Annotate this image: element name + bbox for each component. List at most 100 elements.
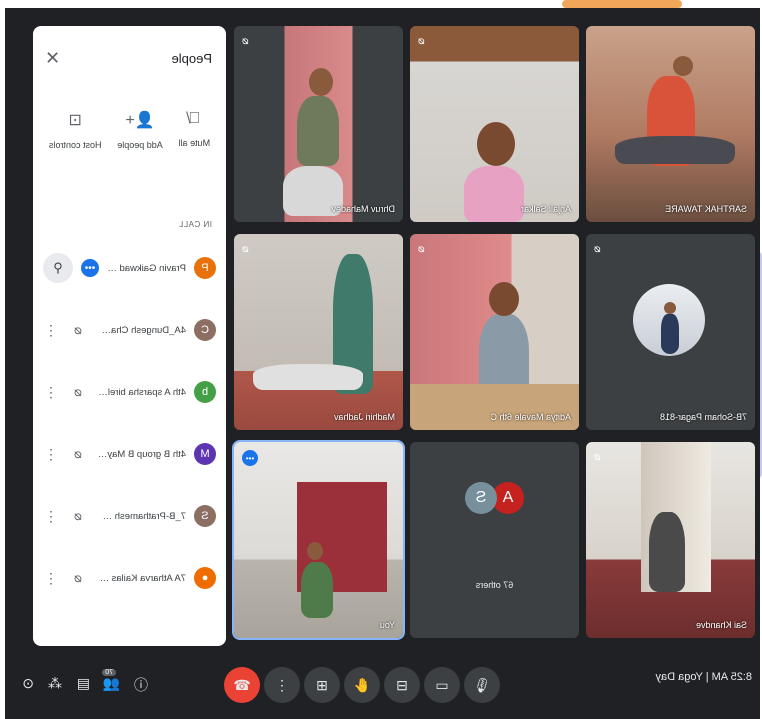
video-feed: A S 67 others (410, 442, 579, 638)
participant-photo (633, 284, 705, 356)
more-options-icon[interactable]: ••• (242, 450, 258, 466)
action-label: Mute all (178, 138, 211, 148)
lock-icon[interactable]: ⊙ (22, 675, 34, 692)
video-tile[interactable]: Aditya Mavale 6th C ⌀ (410, 234, 579, 430)
avatar: S (194, 505, 216, 527)
captions-button[interactable]: ⊟ (384, 667, 420, 703)
self-video-tile[interactable]: You ••• (232, 440, 405, 640)
tile-name: Dhruv Mahadev (331, 204, 395, 214)
tile-name: Anjali Salkar (520, 204, 571, 214)
mic-off-icon[interactable]: ⌀ (67, 446, 89, 462)
background-decoration (562, 0, 682, 8)
participant-row[interactable]: S 7_B-Prathamesh Salunke ⌀ ⋮ (33, 485, 226, 547)
people-count-badge: 70 (102, 669, 116, 676)
add-people-button[interactable]: 👤+ Add people (117, 110, 163, 200)
people-button[interactable]: 👥 70 (102, 669, 120, 692)
mic-off-icon: 🎙̸ (188, 110, 201, 127)
meeting-details: 8:25 AM | Yoga Day (656, 671, 752, 683)
participant-figure (297, 96, 339, 166)
camera-icon: ▭ (435, 676, 449, 693)
video-feed (586, 234, 755, 430)
participant-figure (464, 166, 524, 222)
phone-icon: ☎ (233, 676, 251, 693)
chat-icon[interactable]: ▤ (77, 675, 90, 692)
people-panel: People ✕ 🎙̸ Mute all 👤+ Add people ⊡ Hos… (33, 26, 226, 646)
video-tile[interactable]: Dhruv Mahadev ⌀ (234, 26, 403, 222)
video-tile[interactable]: 7B-Soham Pagar-818 ⌀ (586, 234, 755, 430)
mic-off-icon: ⌀ (418, 35, 425, 47)
host-controls-button[interactable]: ⊡ Host controls (49, 110, 102, 200)
participant-row[interactable]: ● 7A Atharva Kailas Tare ⌀ ⋮ (33, 547, 226, 609)
meeting-title: Yoga Day (655, 671, 703, 683)
panel-actions: 🎙̸ Mute all 👤+ Add people ⊡ Host control… (33, 90, 226, 200)
video-tile[interactable]: Madhiri Jadhav ⌀ (234, 234, 403, 430)
more-vert-icon[interactable]: ⋮ (43, 446, 59, 463)
avatar: S (465, 482, 497, 514)
more-vert-icon[interactable]: ⋮ (43, 384, 59, 401)
video-feed (586, 26, 755, 222)
speaking-indicator-icon: ••• (81, 259, 99, 277)
video-tile[interactable]: SARTHAK TAWARE (586, 26, 755, 222)
video-feed (410, 26, 579, 222)
info-icon[interactable]: ⓘ (134, 675, 148, 695)
participant-name: 7_B-Prathamesh Salunke (97, 510, 186, 522)
participant-figure (307, 542, 323, 560)
action-label: Add people (117, 140, 163, 150)
participant-name: 7A Atharva Kailas Tare (97, 572, 186, 584)
separator: | (702, 671, 709, 683)
more-options-button[interactable]: ⋮ (264, 667, 300, 703)
video-feed (586, 442, 755, 638)
participant-figure (309, 68, 333, 96)
pin-icon[interactable]: ⚲ (43, 253, 73, 283)
participant-name: Pravin Gaikwad (You) (107, 262, 186, 274)
tile-name: Madhiri Jadhav (333, 412, 395, 422)
mic-off-icon: ⌀ (242, 35, 249, 47)
video-feed (234, 26, 403, 222)
person-add-icon: 👤+ (125, 112, 155, 129)
participant-figure (661, 314, 679, 354)
bottom-bar: 8:25 AM | Yoga Day 🎙 ▭ ⊟ ✋ ⊞ ⋮ ☎ ⓘ 👥 70 … (5, 653, 760, 719)
mic-off-icon[interactable]: ⌀ (67, 570, 89, 586)
close-icon[interactable]: ✕ (45, 48, 60, 69)
meet-window: People ✕ 🎙̸ Mute all 👤+ Add people ⊡ Hos… (5, 8, 760, 719)
more-vert-icon[interactable]: ⋮ (43, 508, 59, 525)
more-vert-icon[interactable]: ⋮ (43, 322, 59, 339)
present-icon: ⊞ (316, 676, 328, 693)
participant-figure (253, 364, 363, 390)
video-feed (234, 234, 403, 430)
more-vert-icon[interactable]: ⋮ (43, 570, 59, 587)
avatar: C (194, 319, 216, 341)
video-tile[interactable]: Sai Khandve ⌀ (586, 442, 755, 638)
avatar: b (194, 381, 216, 403)
video-tile[interactable]: Anjali Salkar ⌀ (410, 26, 579, 222)
video-tile[interactable]: A S 67 others (410, 442, 579, 638)
more-vert-icon: ⋮ (275, 676, 289, 693)
video-feed (234, 442, 403, 638)
participant-row[interactable]: P Pravin Gaikwad (You) ••• ⚲ (33, 237, 226, 299)
tile-name: SARTHAK TAWARE (665, 204, 747, 214)
mic-off-icon[interactable]: ⌀ (67, 508, 89, 524)
participant-name: 4th B group B Mayur Mhat... (97, 448, 186, 460)
participant-row[interactable]: M 4th B group B Mayur Mhat... ⌀ ⋮ (33, 423, 226, 485)
others-count: 67 others (475, 580, 514, 590)
avatar: M (194, 443, 216, 465)
participant-row[interactable]: b 4th A sparsha birelwaro ⌀ ⋮ (33, 361, 226, 423)
present-button[interactable]: ⊞ (304, 667, 340, 703)
lock-icon: ⊡ (68, 112, 82, 129)
raise-hand-button[interactable]: ✋ (344, 667, 380, 703)
mic-button[interactable]: 🎙 (464, 667, 500, 703)
participant-figure (649, 512, 685, 592)
end-call-button[interactable]: ☎ (224, 667, 260, 703)
activities-icon[interactable]: ⁂ (48, 675, 62, 692)
background-floor (410, 384, 579, 430)
avatar: ● (194, 567, 216, 589)
participant-figure (477, 122, 515, 166)
participant-name: 4A_Dungesh Chavan (97, 324, 186, 336)
camera-button[interactable]: ▭ (424, 667, 460, 703)
mic-off-icon[interactable]: ⌀ (67, 384, 89, 400)
mute-all-button[interactable]: 🎙̸ Mute all (179, 110, 211, 200)
tile-name: You (379, 620, 395, 630)
mic-off-icon[interactable]: ⌀ (67, 322, 89, 338)
tile-name: 7B-Soham Pagar-818 (659, 412, 747, 422)
participant-row[interactable]: C 4A_Dungesh Chavan ⌀ ⋮ (33, 299, 226, 361)
